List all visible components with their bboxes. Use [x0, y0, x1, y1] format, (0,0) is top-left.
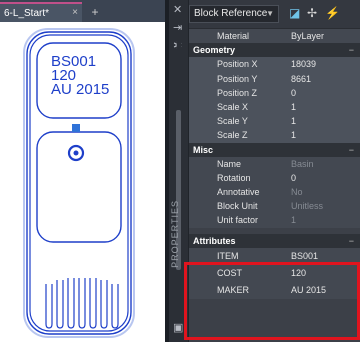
property-value: 0	[291, 172, 297, 183]
property-label: Scale Y	[217, 116, 248, 127]
property-value: No	[291, 187, 303, 198]
property-row-scale-y[interactable]: Scale Y 1	[189, 114, 360, 129]
property-label: Scale Z	[217, 130, 248, 141]
section-geometry[interactable]: Geometry −	[189, 43, 360, 58]
property-row-annotative[interactable]: Annotative No	[189, 185, 360, 200]
collapse-icon[interactable]: −	[349, 234, 354, 248]
select-objects-icon[interactable]: ✢	[307, 6, 317, 20]
property-row-material[interactable]: Material ByLayer	[189, 29, 360, 44]
property-value: 0	[291, 87, 297, 98]
property-label: Scale X	[217, 101, 249, 112]
property-value: AU 2015	[291, 284, 327, 295]
property-label: Annotative	[217, 187, 260, 198]
chevron-down-icon: ▼	[266, 9, 274, 18]
attribute-row-cost[interactable]: COST 120	[189, 264, 360, 282]
properties-icon[interactable]: ▣	[173, 322, 183, 334]
property-row-rotation[interactable]: Rotation 0	[189, 170, 360, 186]
section-misc[interactable]: Misc −	[189, 142, 360, 157]
basin-drawing[interactable]	[0, 22, 165, 342]
property-value: ByLayer	[291, 31, 325, 41]
properties-palette: ✕ ⇥ ✲ PROPERTIES ▣ Block Reference ▼ ◪ ✢…	[169, 0, 360, 342]
drain-center	[73, 150, 79, 156]
section-attributes[interactable]: Attributes −	[189, 233, 360, 248]
middle-bowl	[36, 131, 122, 243]
property-label: Rotation	[217, 172, 251, 183]
property-label: Position X	[217, 59, 258, 70]
property-row-unit-factor[interactable]: Unit factor 1	[189, 213, 360, 228]
object-type-select[interactable]: Block Reference ▼	[189, 5, 279, 23]
property-label: Name	[217, 158, 242, 169]
property-value: 8661	[291, 73, 312, 84]
property-row-position-x[interactable]: Position X 18039	[189, 57, 360, 72]
property-value: 1	[291, 116, 297, 127]
drainboard-ribs	[45, 278, 119, 329]
attribute-row-item[interactable]: ITEM BS001	[189, 247, 360, 265]
property-grid: Block Reference ▼ ◪ ✢ ⚡ Material ByLayer…	[189, 0, 360, 299]
new-tab-button[interactable]: +	[84, 4, 106, 20]
property-value: BS001	[291, 250, 319, 261]
attribute-text-maker: AU 2015	[51, 81, 110, 98]
property-label: COST	[217, 267, 243, 278]
close-icon[interactable]: ✕	[173, 4, 182, 16]
property-row-scale-z[interactable]: Scale Z 1	[189, 128, 360, 143]
property-value: 120	[291, 267, 307, 278]
property-row-position-z[interactable]: Position Z 0	[189, 85, 360, 100]
file-tab[interactable]: 6-L_Start* ×	[0, 2, 82, 22]
property-row-name[interactable]: Name Basin	[189, 156, 360, 171]
close-icon[interactable]: ×	[72, 7, 78, 18]
collapse-icon[interactable]: −	[349, 43, 354, 57]
property-value: 1	[291, 101, 297, 112]
property-value: Unitless	[291, 201, 324, 212]
palette-title-strip: ✕ ⇥ ✲ PROPERTIES ▣	[169, 0, 189, 342]
property-value: 1	[291, 215, 297, 226]
file-tab-bar: 6-L_Start* × +	[0, 0, 165, 22]
attribute-row-maker[interactable]: MAKER AU 2015	[189, 281, 360, 299]
property-row-scale-x[interactable]: Scale X 1	[189, 99, 360, 115]
property-label: Block Unit	[217, 201, 258, 212]
toggle-pickadd-icon[interactable]: ◪	[289, 6, 300, 20]
property-label: MAKER	[217, 284, 250, 295]
file-tab-label: 6-L_Start*	[4, 7, 50, 19]
property-label: ITEM	[217, 250, 239, 261]
property-label: Unit factor	[217, 215, 259, 226]
property-label: Position Z	[217, 87, 258, 98]
property-value: Basin	[291, 158, 314, 169]
quick-select-icon[interactable]: ⚡	[325, 6, 340, 20]
property-row-position-y[interactable]: Position Y 8661	[189, 71, 360, 86]
property-row-block-unit[interactable]: Block Unit Unitless	[189, 199, 360, 214]
object-type-value: Block Reference	[194, 8, 268, 19]
property-label: Position Y	[217, 73, 258, 84]
drawing-area[interactable]: 6-L_Start* × + BS001 120 AU 2015	[0, 0, 165, 342]
selector-toolbar: Block Reference ▼ ◪ ✢ ⚡	[189, 0, 360, 29]
property-label: Material	[217, 31, 250, 41]
property-value: 18039	[291, 59, 317, 70]
grip-handle[interactable]	[72, 124, 80, 132]
property-value: 1	[291, 130, 297, 141]
pin-icon[interactable]: ⇥	[173, 22, 182, 34]
collapse-icon[interactable]: −	[349, 143, 354, 157]
palette-title: PROPERTIES	[170, 200, 180, 268]
